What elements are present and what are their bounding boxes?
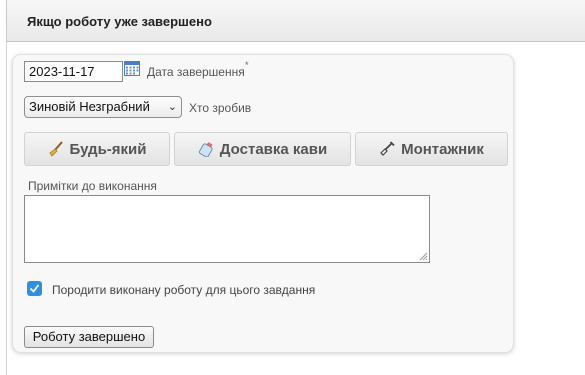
checkmark-icon: [29, 284, 40, 293]
resize-grip-icon[interactable]: [419, 252, 428, 261]
calendar-icon[interactable]: [124, 60, 140, 76]
left-border: [6, 42, 7, 375]
notes-label: Примітки до виконання: [28, 179, 157, 193]
performer-label: Хто зробив: [189, 101, 252, 115]
broom-icon: [48, 141, 63, 157]
performer-select-value: Зиновій Незграбний: [29, 99, 150, 114]
section-header: Якщо роботу уже завершено: [6, 0, 585, 42]
spawn-work-label: Породити виконану роботу для цього завда…: [52, 283, 316, 297]
role-button-installer-label: Монтажник: [401, 140, 484, 158]
role-button-coffee-delivery[interactable]: Доставка кави: [174, 132, 351, 166]
chevron-down-icon: ⌄: [167, 101, 177, 113]
role-button-any-label: Будь-який: [69, 140, 147, 158]
completion-date-label: Дата завершення: [147, 65, 245, 79]
spawn-work-checkbox[interactable]: [27, 281, 42, 296]
work-completed-button[interactable]: Роботу завершено: [24, 326, 154, 348]
completion-date-input[interactable]: 2023-11-17: [24, 61, 123, 82]
section-title: Якщо роботу уже завершено: [27, 14, 212, 29]
notes-textarea[interactable]: [24, 195, 430, 263]
required-mark: *: [245, 60, 249, 70]
role-button-coffee-delivery-label: Доставка кави: [219, 140, 328, 158]
role-button-installer[interactable]: Монтажник: [355, 132, 508, 166]
performer-select[interactable]: Зиновій Незграбний ⌄: [24, 96, 182, 118]
shovel-icon: [380, 141, 395, 156]
role-button-any[interactable]: Будь-який: [24, 132, 170, 166]
coffee-icon: [198, 142, 213, 157]
